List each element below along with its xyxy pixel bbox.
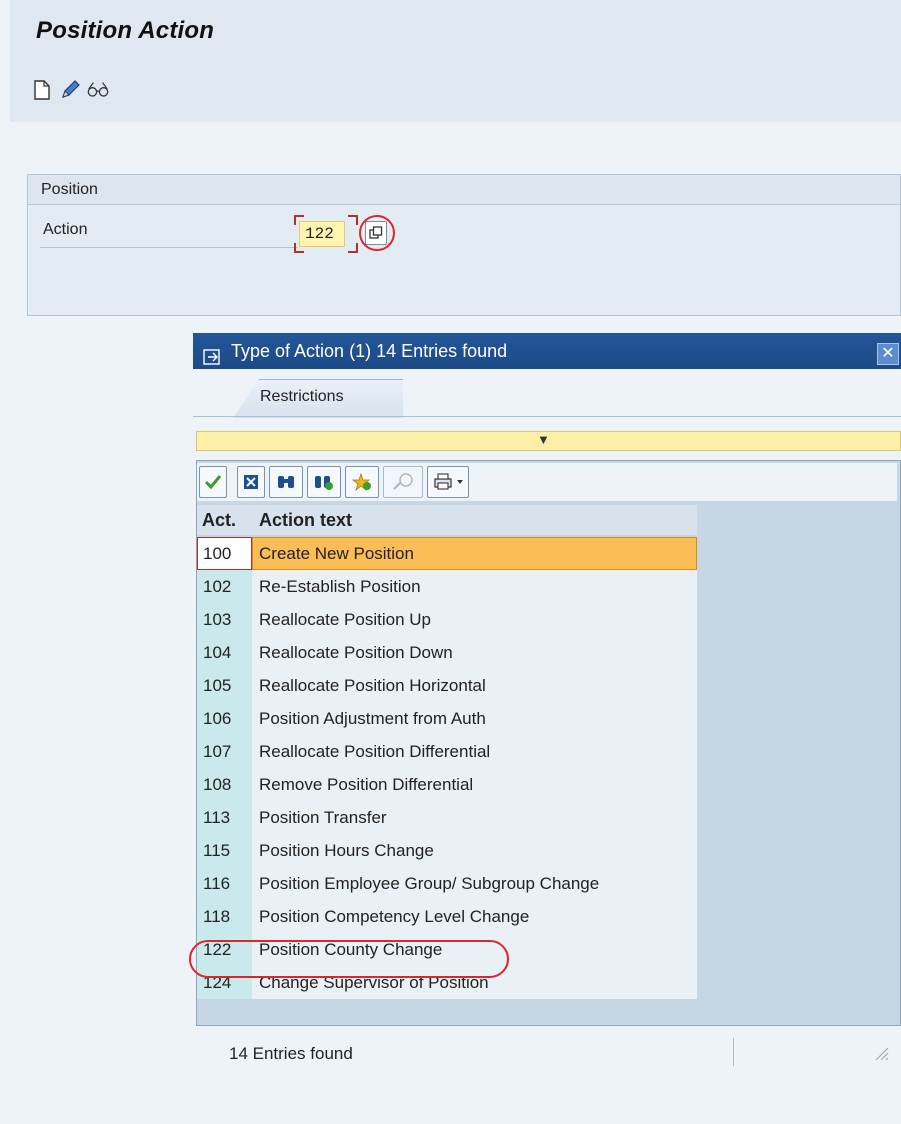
highlight-circle [359,215,395,251]
status-separator [733,1038,734,1066]
row-code: 102 [203,577,232,596]
find-button[interactable] [269,466,303,498]
action-label: Action [43,221,88,238]
page-title: Position Action [36,17,215,44]
highlight-oval [189,940,509,978]
row-text: Remove Position Differential [259,775,474,794]
dialog-title-bar[interactable]: Type of Action (1) 14 Entries found ✕ [193,333,901,369]
binoculars-icon [278,476,294,488]
find-next-button[interactable] [307,466,341,498]
row-code: 106 [203,709,232,728]
focus-corner-icon [348,243,358,253]
row-text: Position Competency Level Change [259,907,530,926]
row-text: Re-Establish Position [259,577,421,596]
row-code: 108 [203,775,232,794]
focus-corner-icon [294,243,304,253]
row-code: 118 [203,907,231,926]
table-row[interactable]: 108 Remove Position Differential [197,768,697,801]
table-row[interactable]: 113 Position Transfer [197,801,697,834]
dialog-title: Type of Action (1) 14 Entries found [231,341,508,361]
binoculars-plus-icon [315,476,333,490]
dropdown-arrow-icon [457,480,463,484]
focus-corner-icon [348,215,358,225]
collapse-triangle-icon: ▼ [537,432,550,447]
field-divider [40,247,298,248]
add-favorite-button[interactable] [345,466,379,498]
position-group-title: Position [28,175,900,205]
window-left-edge [0,0,10,1124]
position-group: Position Action 122 [27,174,901,316]
row-text: Reallocate Position Down [259,643,453,662]
table-row[interactable]: 116 Position Employee Group/ Subgroup Ch… [197,867,697,900]
resize-grip-icon[interactable] [873,1045,889,1066]
column-header-text[interactable]: Action text [259,505,352,535]
table-row[interactable]: 106 Position Adjustment from Auth [197,702,697,735]
app-toolbar [10,58,901,123]
tab-divider [193,416,901,417]
row-code: 103 [203,610,232,629]
list-toolbar [197,463,897,501]
display-glasses-icon[interactable] [86,78,110,102]
title-bar: Position Action [10,4,901,58]
row-text: Position Hours Change [259,841,434,860]
help-button[interactable] [383,466,423,498]
row-code: 113 [203,808,231,827]
accept-check-button[interactable] [199,466,227,498]
table-row[interactable]: 118 Position Competency Level Change [197,900,697,933]
row-code: 105 [203,676,232,695]
status-entries-found: 14 Entries found [229,1044,353,1063]
row-code: 100 [203,544,232,563]
row-text: Create New Position [259,544,414,563]
cancel-button[interactable] [237,466,265,498]
table-row[interactable]: 104 Reallocate Position Down [197,636,697,669]
row-text: Position Adjustment from Auth [259,709,486,728]
focus-corner-icon [294,215,304,225]
table-row[interactable]: 103 Reallocate Position Up [197,603,697,636]
printer-icon [434,473,452,490]
new-document-icon[interactable] [30,78,54,102]
row-text: Reallocate Position Up [259,610,431,629]
row-code: 115 [203,841,231,860]
tab-restrictions-label: Restrictions [260,388,344,405]
row-text: Reallocate Position Horizontal [259,676,486,695]
table-row[interactable]: 100 Create New Position [197,537,697,570]
table-row[interactable]: 107 Reallocate Position Differential [197,735,697,768]
action-input[interactable]: 122 [299,221,345,247]
table-row[interactable]: 115 Position Hours Change [197,834,697,867]
star-plus-icon [352,473,371,491]
checkmark-icon [204,475,222,490]
row-text: Position Transfer [259,808,387,827]
row-code: 107 [203,742,232,761]
column-header-act[interactable]: Act. [202,505,236,535]
list-header: Act. Action text [197,505,697,535]
edit-pencil-icon[interactable] [58,78,82,102]
cancel-x-icon [244,475,258,489]
close-icon[interactable]: ✕ [877,343,899,365]
table-row[interactable]: 105 Reallocate Position Horizontal [197,669,697,702]
row-code: 116 [203,874,231,893]
row-text: Reallocate Position Differential [259,742,491,761]
help-pointer-icon [393,473,413,490]
table-row[interactable]: 102 Re-Establish Position [197,570,697,603]
row-text: Position Employee Group/ Subgroup Change [259,874,600,893]
value-help-dialog: Type of Action (1) 14 Entries found ✕ Re… [193,333,901,1124]
print-button[interactable] [427,466,469,498]
row-code: 104 [203,643,232,662]
